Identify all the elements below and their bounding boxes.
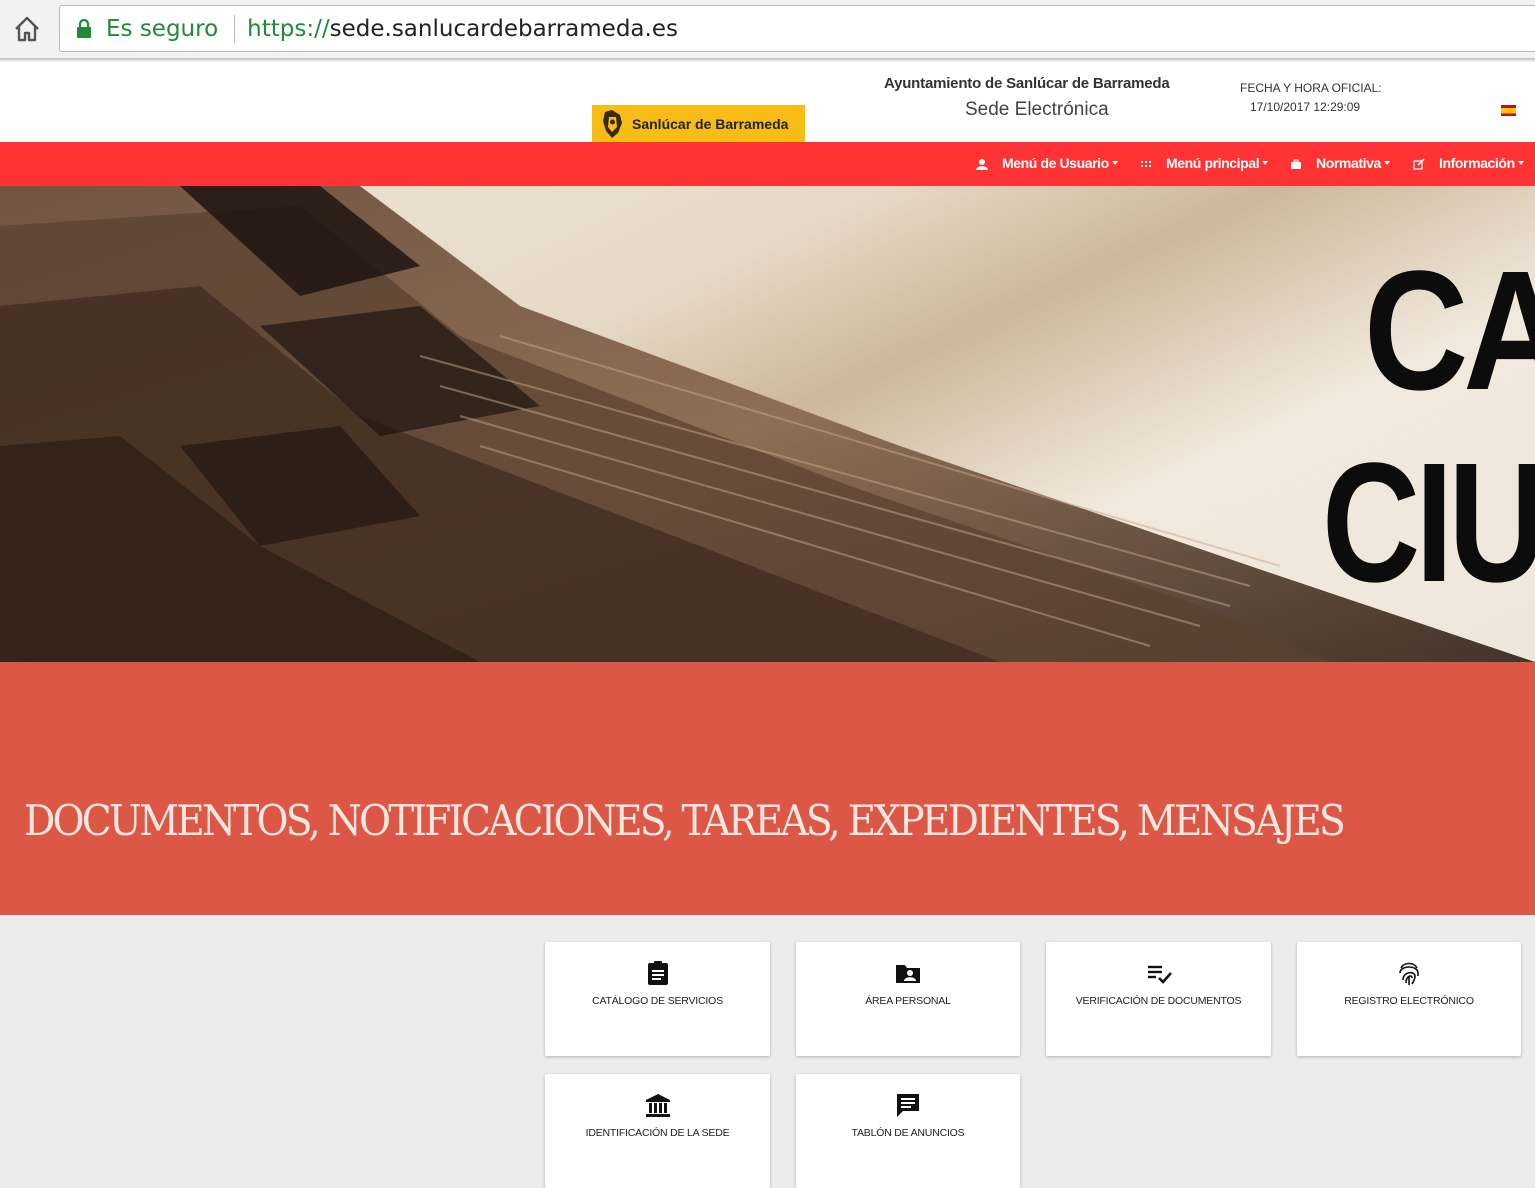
nav-menu-usuario[interactable]: Menú de Usuario xyxy=(976,155,1118,171)
nav-label: Menú de Usuario xyxy=(1002,155,1109,171)
message-icon xyxy=(895,1092,921,1118)
clipboard-icon xyxy=(645,960,671,986)
browser-toolbar: Es seguro https:// sede.sanlucardebarram… xyxy=(0,0,1535,60)
hero-heading-line1: CA xyxy=(1364,236,1535,426)
spain-flag-icon[interactable] xyxy=(1501,105,1516,116)
chevron-down-icon xyxy=(1111,161,1118,165)
lock-icon xyxy=(76,18,92,39)
card-catalogo-servicios[interactable]: CATÁLOGO DE SERVICIOS xyxy=(545,942,770,1056)
organization-name: Ayuntamiento de Sanlúcar de Barrameda xyxy=(884,75,1170,92)
edit-icon xyxy=(1413,157,1425,170)
card-label: CATÁLOGO DE SERVICIOS xyxy=(592,995,723,1007)
nav-label: Menú principal xyxy=(1166,155,1260,171)
bank-icon xyxy=(645,1092,671,1118)
hero-banner-image: CA CIU xyxy=(0,186,1535,662)
fingerprint-icon xyxy=(1396,960,1422,986)
card-label: ÁREA PERSONAL xyxy=(865,995,951,1007)
site-logo[interactable]: Sanlúcar de Barrameda xyxy=(592,105,805,142)
logo-text: Sanlúcar de Barrameda xyxy=(632,115,789,132)
home-icon[interactable] xyxy=(10,12,44,46)
url-protocol: https:// xyxy=(247,15,330,42)
coat-of-arms-icon xyxy=(600,109,626,139)
grid-icon xyxy=(1140,157,1152,169)
main-navbar: Menú de Usuario Menú principal Normativa… xyxy=(0,142,1535,186)
card-verificacion-documentos[interactable]: VERIFICACIÓN DE DOCUMENTOS xyxy=(1046,942,1271,1056)
nav-menu-principal[interactable]: Menú principal xyxy=(1140,155,1269,171)
card-label: VERIFICACIÓN DE DOCUMENTOS xyxy=(1075,995,1242,1007)
card-label: TABLÓN DE ANUNCIOS xyxy=(851,1127,965,1139)
official-date-value: 17/10/2017 12:29:09 xyxy=(1250,100,1361,114)
site-subtitle: Sede Electrónica xyxy=(965,99,1109,120)
card-tablon-anuncios[interactable]: TABLÓN DE ANUNCIOS xyxy=(796,1074,1020,1188)
nav-label: Normativa xyxy=(1316,155,1381,171)
nav-informacion[interactable]: Información xyxy=(1413,155,1524,171)
hero-heading-line2: CIU xyxy=(1322,428,1535,618)
site-header: Sanlúcar de Barrameda Ayuntamiento de Sa… xyxy=(0,62,1535,142)
address-bar[interactable]: Es seguro https:// sede.sanlucardebarram… xyxy=(59,5,1535,52)
card-label: IDENTIFICACIÓN DE LA SEDE xyxy=(585,1127,730,1139)
url-host: sede.sanlucardebarrameda.es xyxy=(329,15,678,42)
card-identificacion-sede[interactable]: IDENTIFICACIÓN DE LA SEDE xyxy=(545,1074,770,1188)
banner-text: DOCUMENTOS, NOTIFICACIONES, TAREAS, EXPE… xyxy=(24,796,1346,845)
card-label: REGISTRO ELECTRÓNICO xyxy=(1344,995,1474,1007)
paper-stack-photo xyxy=(0,186,1535,662)
card-registro-electronico[interactable]: REGISTRO ELECTRÓNICO xyxy=(1297,942,1521,1056)
briefcase-icon xyxy=(1290,157,1302,169)
user-icon xyxy=(976,157,988,170)
official-date-label: FECHA Y HORA OFICIAL: xyxy=(1240,81,1382,95)
nav-normativa[interactable]: Normativa xyxy=(1290,155,1390,171)
card-area-personal[interactable]: ÁREA PERSONAL xyxy=(796,942,1020,1056)
chevron-down-icon xyxy=(1517,161,1524,165)
omnibox-divider xyxy=(234,14,236,43)
chevron-down-icon xyxy=(1262,161,1269,165)
nav-label: Información xyxy=(1439,155,1515,171)
chevron-down-icon xyxy=(1383,161,1390,165)
folder-user-icon xyxy=(895,960,921,986)
secure-label: Es seguro xyxy=(106,15,219,42)
list-check-icon xyxy=(1146,960,1172,986)
services-banner: DOCUMENTOS, NOTIFICACIONES, TAREAS, EXPE… xyxy=(0,662,1535,915)
